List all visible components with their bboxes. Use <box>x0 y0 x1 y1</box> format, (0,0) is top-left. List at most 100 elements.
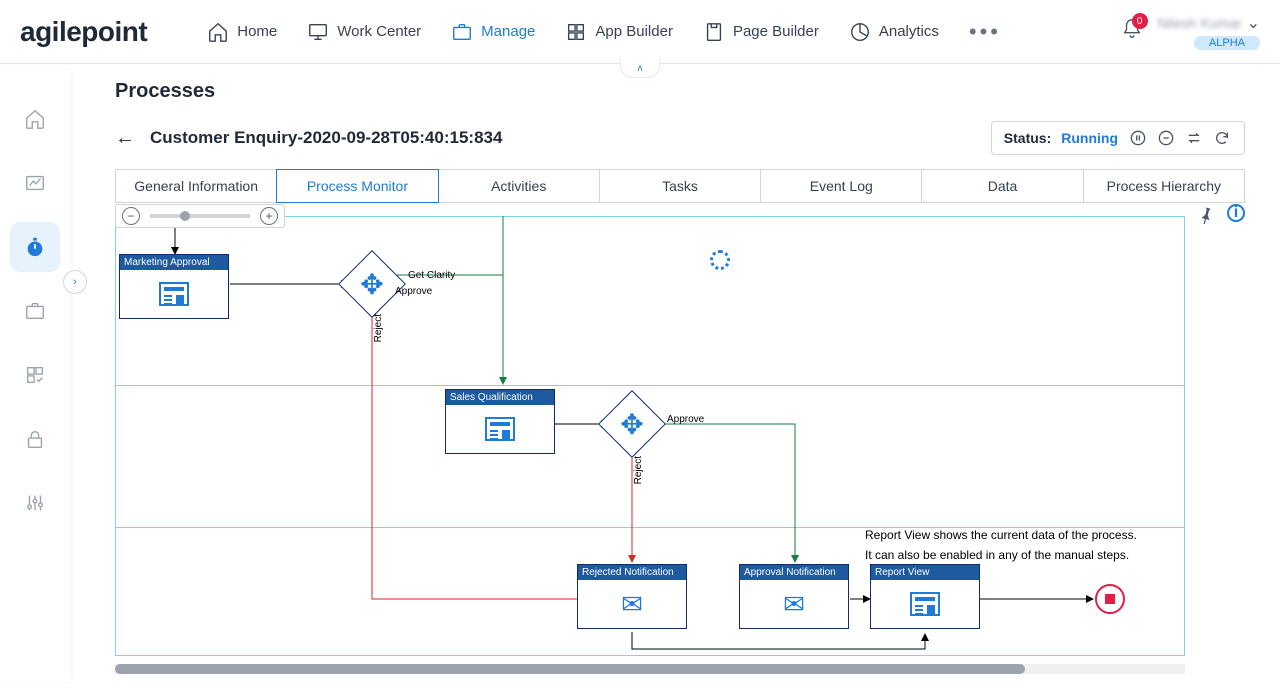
main-content: Processes ← Customer Enquiry-2020-09-28T… <box>90 70 1270 682</box>
pin-button[interactable] <box>1195 204 1215 229</box>
node-title: Report View <box>871 565 979 580</box>
node-end[interactable] <box>1095 584 1125 614</box>
edge-label-get-clarity: Get Clarity <box>408 270 455 281</box>
nav-more[interactable]: ••• <box>969 19 1001 45</box>
nav-home-label: Home <box>237 23 277 40</box>
node-sales-qualification[interactable]: Sales Qualification <box>445 389 555 454</box>
mail-icon: ✉ <box>783 589 805 620</box>
zoom-slider[interactable] <box>150 214 250 218</box>
node-gateway-1[interactable] <box>348 260 396 308</box>
gateway-icon <box>360 268 383 301</box>
back-button[interactable]: ← <box>115 127 135 150</box>
breadcrumb: ← Customer Enquiry-2020-09-28T05:40:15:8… <box>115 127 502 150</box>
tabs: General Information Process Monitor Acti… <box>115 169 1245 204</box>
tab-activities[interactable]: Activities <box>438 169 600 203</box>
horizontal-scrollbar[interactable] <box>115 664 1185 674</box>
gateway-icon <box>620 408 643 441</box>
tab-data[interactable]: Data <box>921 169 1083 203</box>
sidebar-expand-button[interactable]: › <box>63 270 87 294</box>
chevron-up-icon: ʌ <box>638 63 643 74</box>
edge-label-approve-1: Approve <box>395 286 432 297</box>
nav-work-center[interactable]: Work Center <box>307 21 421 43</box>
nav-page-builder-label: Page Builder <box>733 23 819 40</box>
home-icon <box>207 21 229 43</box>
loading-spinner <box>710 250 730 270</box>
node-title: Rejected Notification <box>578 565 686 580</box>
user-area: 0 Nilesh Kumar ⌄ ALPHA <box>1121 13 1260 50</box>
nav-manage-label: Manage <box>481 23 535 40</box>
node-rejected-notification[interactable]: Rejected Notification ✉ <box>577 564 687 629</box>
sidebar-processes[interactable] <box>14 226 56 268</box>
tab-monitor[interactable]: Process Monitor <box>276 169 438 203</box>
nav-analytics-label: Analytics <box>879 23 939 40</box>
stopwatch-icon <box>24 236 46 258</box>
status-value: Running <box>1061 130 1118 146</box>
form-icon <box>910 592 940 616</box>
notification-count: 0 <box>1132 13 1148 29</box>
edge-label-approve-2: Approve <box>667 414 704 425</box>
chevron-down-icon: ⌄ <box>1247 13 1260 33</box>
edge-label-reject-1: Reject <box>373 314 384 342</box>
user-menu[interactable]: Nilesh Kumar ⌄ ALPHA <box>1158 13 1260 50</box>
zoom-control: − + <box>115 204 285 228</box>
refresh-button[interactable] <box>1212 128 1232 148</box>
form-icon <box>485 417 515 441</box>
home-icon <box>24 108 46 130</box>
node-title: Approval Notification <box>740 565 848 580</box>
sidebar-apps[interactable] <box>14 354 56 396</box>
hint-line-2: It can also be enabled in any of the man… <box>865 548 1129 562</box>
sliders-icon <box>24 492 46 514</box>
tab-event-log[interactable]: Event Log <box>760 169 922 203</box>
nav-manage[interactable]: Manage <box>451 21 535 43</box>
swap-button[interactable] <box>1184 128 1204 148</box>
refresh-icon <box>1214 130 1230 146</box>
env-badge: ALPHA <box>1194 36 1260 50</box>
lane-divider <box>116 385 1184 386</box>
node-approval-notification[interactable]: Approval Notification ✉ <box>739 564 849 629</box>
sidebar-home[interactable] <box>14 98 56 140</box>
briefcase-icon <box>24 300 46 322</box>
nav-app-builder[interactable]: App Builder <box>565 21 673 43</box>
process-name: Customer Enquiry-2020-09-28T05:40:15:834 <box>150 128 502 148</box>
edge-label-reject-2: Reject <box>633 456 644 484</box>
logo: agilepoint <box>20 16 147 48</box>
stop-button[interactable] <box>1156 128 1176 148</box>
lock-icon <box>24 428 46 450</box>
briefcase-icon <box>451 21 473 43</box>
form-icon <box>159 282 189 306</box>
node-title: Sales Qualification <box>446 390 554 405</box>
nav-items: Home Work Center Manage App Builder Page… <box>207 19 1120 45</box>
node-report-view[interactable]: Report View <box>870 564 980 629</box>
user-name: Nilesh Kumar <box>1158 15 1242 31</box>
swap-icon <box>1186 130 1202 146</box>
sidebar-security[interactable] <box>14 418 56 460</box>
zoom-out-button[interactable]: − <box>122 207 140 225</box>
nav-work-center-label: Work Center <box>337 23 421 40</box>
node-gateway-2[interactable] <box>608 400 656 448</box>
tab-tasks[interactable]: Tasks <box>599 169 761 203</box>
mail-icon: ✉ <box>621 589 643 620</box>
grid-check-icon <box>24 364 46 386</box>
nav-analytics[interactable]: Analytics <box>849 21 939 43</box>
sidebar-work[interactable] <box>14 290 56 332</box>
grid-icon <box>565 21 587 43</box>
notifications-button[interactable]: 0 <box>1121 18 1143 45</box>
chevron-right-icon: › <box>73 276 77 288</box>
nav-page-builder[interactable]: Page Builder <box>703 21 819 43</box>
status-bar: Status: Running <box>991 121 1245 155</box>
tab-general[interactable]: General Information <box>115 169 277 203</box>
monitor-icon <box>307 21 329 43</box>
sidebar-settings[interactable] <box>14 482 56 524</box>
pin-icon <box>1195 204 1215 224</box>
node-marketing-approval[interactable]: Marketing Approval <box>119 254 229 319</box>
tab-hierarchy[interactable]: Process Hierarchy <box>1083 169 1245 203</box>
sidebar-analytics[interactable] <box>14 162 56 204</box>
process-canvas[interactable]: − + i <box>115 204 1245 674</box>
collapse-topnav-button[interactable]: ʌ <box>620 60 660 78</box>
minus-circle-icon <box>1158 130 1174 146</box>
info-button[interactable]: i <box>1227 204 1245 222</box>
pause-icon <box>1130 130 1146 146</box>
zoom-in-button[interactable]: + <box>260 207 278 225</box>
pause-button[interactable] <box>1128 128 1148 148</box>
nav-home[interactable]: Home <box>207 21 277 43</box>
